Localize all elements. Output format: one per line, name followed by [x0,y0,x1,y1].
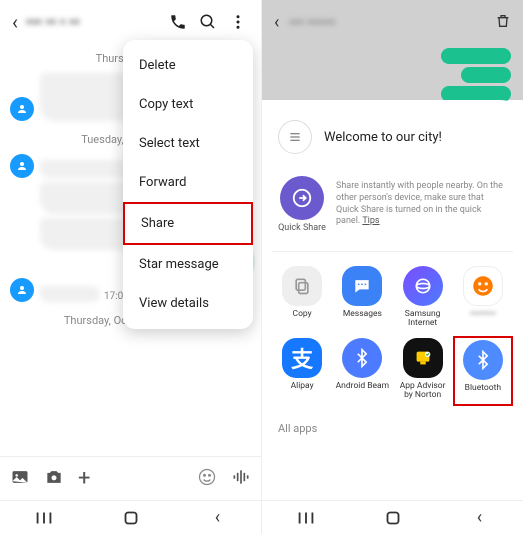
quick-share-label: Quick Share [278,223,326,233]
menu-forward[interactable]: Forward [123,163,253,202]
share-app-alipay[interactable]: 支 Alipay [272,336,332,406]
avatar [10,278,34,302]
back-icon[interactable]: ‹ [12,10,18,34]
avatar [10,97,34,121]
nav-back-icon[interactable]: ‹ [207,507,229,529]
menu-select-text[interactable]: Select text [123,124,253,163]
camera-icon[interactable] [44,467,64,491]
nav-home-icon[interactable] [120,507,142,529]
menu-icon[interactable] [278,120,312,154]
message-bubble [441,48,511,64]
share-sheet-title: Welcome to our city! [324,130,442,145]
conversation-title: ••• •• • •• [26,13,159,31]
call-icon[interactable] [167,13,189,31]
copy-icon [282,266,322,306]
share-app-samsung-internet[interactable]: Samsung Internet [393,264,453,330]
nav-back-icon[interactable]: ‹ [469,507,491,529]
bluetooth-icon [463,340,503,380]
all-apps-label[interactable]: All apps [272,414,513,443]
bluetooth-icon [342,338,382,378]
quick-share-icon[interactable] [280,176,324,220]
nav-home-icon[interactable] [382,507,404,529]
quick-share-description: Share instantly with people nearby. On t… [336,181,507,228]
gallery-icon[interactable] [10,467,30,491]
nav-recents-icon[interactable] [295,507,317,529]
uc-browser-icon [463,266,503,306]
message-bubble [40,286,100,302]
samsung-internet-icon [403,266,443,306]
menu-star[interactable]: Star message [123,245,253,284]
menu-view-details[interactable]: View details [123,284,253,323]
nav-bar: ‹ [262,500,523,534]
norton-icon [403,338,443,378]
back-icon[interactable]: ‹ [274,12,279,33]
search-icon[interactable] [197,13,219,31]
messages-icon [342,266,382,306]
messages-header: ‹ ••• •• • •• [0,0,261,44]
menu-delete[interactable]: Delete [123,46,253,85]
share-sheet: Welcome to our city! Quick Share Share i… [262,100,523,534]
alipay-icon: 支 [282,338,322,378]
dimmed-background: ‹ ••• •••••• [262,0,523,100]
share-app-norton[interactable]: App Advisor by Norton [393,336,453,406]
share-app-copy[interactable]: Copy [272,264,332,330]
share-app-messages[interactable]: Messages [332,264,392,330]
composer: + [0,456,261,500]
emoji-icon[interactable] [197,467,217,491]
message-bubble [461,67,511,83]
conversation-title: ••• •••••• [289,15,485,31]
voice-icon[interactable] [231,467,251,491]
menu-share[interactable]: Share [123,202,253,245]
share-app-android-beam[interactable]: Android Beam [332,336,392,406]
share-app-uc[interactable]: ••••••••• [453,264,513,330]
avatar [10,154,34,178]
trash-icon[interactable] [495,13,511,33]
context-menu: Delete Copy text Select text Forward Sha… [123,40,253,329]
menu-copy-text[interactable]: Copy text [123,85,253,124]
nav-bar: ‹ [0,500,261,534]
more-icon[interactable] [227,13,249,31]
tips-link[interactable]: Tips [362,216,379,226]
add-icon[interactable]: + [78,466,90,491]
nav-recents-icon[interactable] [33,507,55,529]
share-app-bluetooth[interactable]: Bluetooth [453,336,513,406]
